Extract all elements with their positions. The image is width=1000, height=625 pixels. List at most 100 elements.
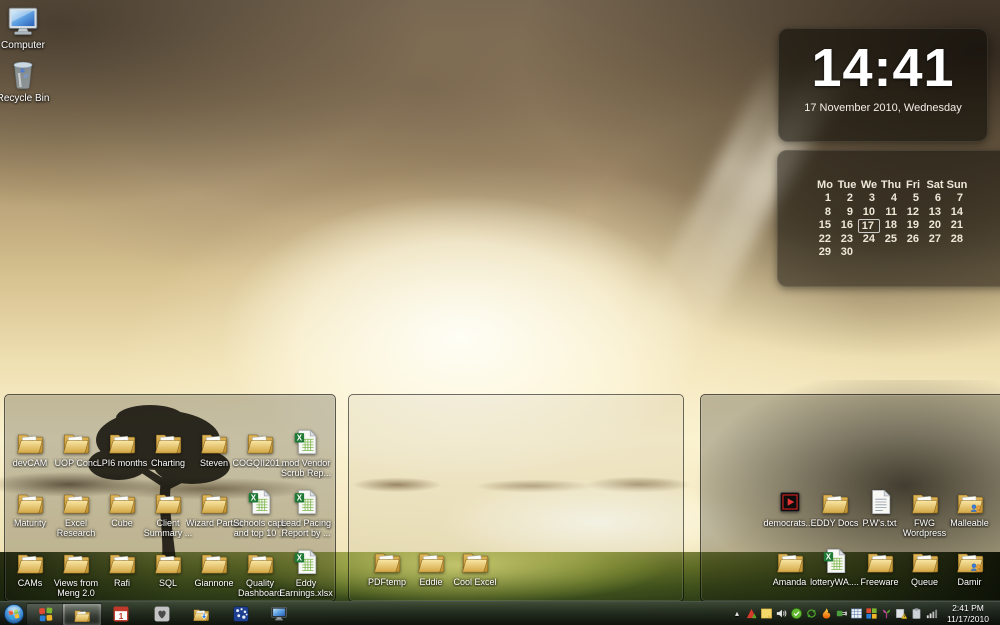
calendar-day: 16 bbox=[836, 219, 858, 232]
fence-icon-charting[interactable]: Charting bbox=[145, 427, 191, 468]
fence-right[interactable]: democrats.... EDDY Docs P.W's.txt FWG Wo… bbox=[700, 394, 1000, 602]
folder-icon bbox=[61, 547, 91, 577]
tray-clipboard-icon[interactable] bbox=[910, 607, 923, 620]
calendar-day: 30 bbox=[836, 246, 858, 259]
fence-icon-malleable[interactable]: Malleable bbox=[947, 487, 992, 528]
taskbar-button-calendar-app[interactable]: 1 bbox=[104, 603, 138, 624]
fence-icon-maturity[interactable]: Maturity bbox=[7, 487, 53, 528]
fence-icon-damir[interactable]: Damir bbox=[947, 546, 992, 587]
icon-label: Computer bbox=[0, 40, 51, 52]
fence-icon-sql[interactable]: SQL bbox=[145, 547, 191, 588]
icon-label: Recycle Bin bbox=[0, 93, 51, 105]
calendar-day bbox=[858, 246, 880, 259]
tray-clock[interactable]: 2:41 PM 11/17/2010 bbox=[940, 603, 996, 623]
folder-icon bbox=[107, 427, 137, 457]
taskbar-button-app-colorful-blocks[interactable] bbox=[26, 603, 66, 625]
taskbar-button-blue-network-app[interactable] bbox=[224, 603, 258, 624]
fence-icon-rafi[interactable]: Rafi bbox=[99, 547, 145, 588]
fence-icon-queue[interactable]: Queue bbox=[902, 546, 947, 587]
calendar-day-header: Tue bbox=[836, 179, 858, 192]
calendar-grid: MoTueWeThuFriSatSun123456789101112131415… bbox=[814, 179, 968, 259]
fence-icon-schools-caps-and-top-10[interactable]: X Schools caps and top 10 ... bbox=[237, 487, 283, 539]
tray-flame-icon[interactable] bbox=[820, 607, 833, 620]
calendar-day-selected: 17 bbox=[858, 219, 880, 232]
tray-plant-icon[interactable] bbox=[880, 607, 893, 620]
tray-warning-icon[interactable] bbox=[895, 607, 908, 620]
taskbar-button-windows-explorer[interactable] bbox=[62, 603, 102, 625]
calendar-day-header: We bbox=[858, 179, 880, 192]
fence-icon-lead-pacing-report-by[interactable]: X Lead Pacing Report by ... bbox=[283, 487, 329, 539]
fence-icon-uop-conc[interactable]: UOP Conc bbox=[53, 427, 99, 468]
fence-left[interactable]: devCAM UOP Conc LPI6 months Charting bbox=[4, 394, 336, 602]
fence-icon-cogqii201[interactable]: COGQII201... bbox=[237, 427, 283, 468]
tray-volume-icon[interactable] bbox=[775, 607, 788, 620]
calendar-day: 23 bbox=[836, 233, 858, 246]
tray-sync-icon[interactable] bbox=[805, 607, 818, 620]
start-button[interactable] bbox=[2, 602, 26, 625]
fence-icon-cool-excel[interactable]: Cool Excel bbox=[453, 546, 497, 587]
app-colorful-blocks-icon bbox=[37, 606, 55, 624]
taskbar-button-downloads-folder[interactable] bbox=[184, 603, 218, 624]
calendar-day: 22 bbox=[814, 233, 836, 246]
fence-icon-democrats[interactable]: democrats.... bbox=[767, 487, 812, 528]
fence-icon-devcam[interactable]: devCAM bbox=[7, 427, 53, 468]
taskbar-button-gray-heart-app[interactable] bbox=[145, 603, 179, 624]
excel-icon: X bbox=[245, 487, 275, 517]
fence-icon-giannone[interactable]: Giannone bbox=[191, 547, 237, 588]
fence-icon-quality-dashboard[interactable]: Quality Dashboard bbox=[237, 547, 283, 599]
fence-icon-cams[interactable]: CAMs bbox=[7, 547, 53, 588]
excel-icon: X bbox=[291, 547, 321, 577]
desktop-icon-computer[interactable]: Computer bbox=[0, 5, 46, 52]
tray-icons bbox=[745, 607, 938, 620]
fence-icon-fwg-wordpress[interactable]: FWG Wordpress bbox=[902, 487, 947, 539]
calendar-day: 11 bbox=[880, 206, 902, 219]
fence-icon-steven[interactable]: Steven bbox=[191, 427, 237, 468]
folder-icon bbox=[245, 427, 275, 457]
calendar-day: 2 bbox=[836, 192, 858, 205]
clock-gadget[interactable]: 14:41 17 November 2010, Wednesday bbox=[778, 28, 988, 142]
tray-antivirus-icon[interactable] bbox=[745, 607, 758, 620]
fence-middle[interactable]: PDFtemp Eddie Cool Excel bbox=[348, 394, 684, 602]
tray-usb-plug-icon[interactable] bbox=[835, 607, 848, 620]
tray-sticky-note-icon[interactable] bbox=[760, 607, 773, 620]
fence-icon-views-from-meng-2-0[interactable]: Views from Meng 2.0 bbox=[53, 547, 99, 599]
tray-green-status-icon[interactable] bbox=[790, 607, 803, 620]
calendar-gadget[interactable]: MoTueWeThuFriSatSun123456789101112131415… bbox=[777, 150, 1000, 287]
fence-icon-amanda[interactable]: Amanda bbox=[767, 546, 812, 587]
folder-icon bbox=[61, 427, 91, 457]
calendar-day: 27 bbox=[924, 233, 946, 246]
excel-icon: X bbox=[291, 427, 321, 457]
fence-icon-lotterywa[interactable]: X lotteryWA.... bbox=[812, 546, 857, 587]
fence-icon-mod-vendor-scrub-rep[interactable]: X mod Vendor Scrub Rep... bbox=[283, 427, 329, 479]
tray-network-bars-icon[interactable] bbox=[925, 607, 938, 620]
fence-icon-wizard-partial[interactable]: Wizard Partial bbox=[191, 487, 237, 528]
calendar-day: 21 bbox=[946, 219, 968, 232]
folder-shared-icon bbox=[955, 546, 985, 576]
fence-icon-excel-research[interactable]: Excel Research bbox=[53, 487, 99, 539]
system-tray: ▴ 2:41 PM 11/17/2010 bbox=[731, 602, 1000, 625]
fence-icon-p-w-s-txt[interactable]: P.W's.txt bbox=[857, 487, 902, 528]
computer-icon bbox=[6, 5, 40, 39]
fence-icon-eddy-docs[interactable]: EDDY Docs bbox=[812, 487, 857, 528]
folder-icon bbox=[910, 487, 940, 517]
tray-grid-blue-icon[interactable] bbox=[850, 607, 863, 620]
fence-icon-client-summary[interactable]: Client Summary ... bbox=[145, 487, 191, 539]
taskbar-button-remote-desktop[interactable] bbox=[262, 603, 296, 624]
desktop: devCAM UOP Conc LPI6 months Charting bbox=[0, 0, 1000, 625]
fence-icon-lpi6-months[interactable]: LPI6 months bbox=[99, 427, 145, 468]
fence-icon-cube[interactable]: Cube bbox=[99, 487, 145, 528]
downloads-folder-icon bbox=[192, 605, 210, 623]
calendar-day: 3 bbox=[858, 192, 880, 205]
svg-text:X: X bbox=[297, 554, 303, 563]
calendar-day-header: Sun bbox=[946, 179, 968, 192]
fence-icon-freeware[interactable]: Freeware bbox=[857, 546, 902, 587]
fence-icon-eddy-earnings-xlsx[interactable]: X Eddy Earnings.xlsx bbox=[283, 547, 329, 599]
folder-icon bbox=[107, 547, 137, 577]
calendar-day: 4 bbox=[880, 192, 902, 205]
folder-icon bbox=[199, 427, 229, 457]
desktop-icon-recycle-bin[interactable]: Recycle Bin bbox=[0, 58, 46, 105]
calendar-day: 24 bbox=[858, 233, 880, 246]
tray-grid-color-icon[interactable] bbox=[865, 607, 878, 620]
hidden-icons-arrow[interactable]: ▴ bbox=[731, 609, 743, 618]
taskbar[interactable]: 1 ▴ 2:41 PM 11/17/2010 bbox=[0, 601, 1000, 625]
